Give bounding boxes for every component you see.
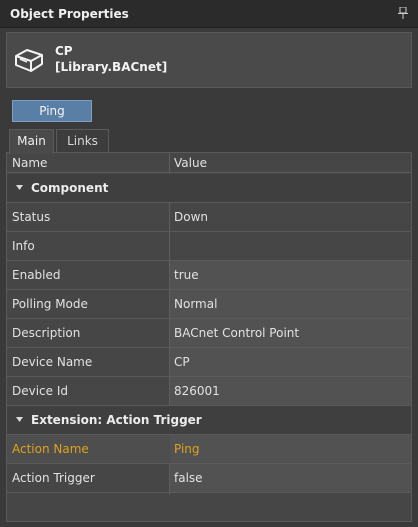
category-label: Extension: Action Trigger: [31, 413, 202, 427]
property-row-info[interactable]: Info: [7, 232, 411, 261]
property-name: Device Id: [12, 384, 69, 398]
property-value-editable[interactable]: BACnet Control Point: [174, 319, 404, 347]
property-row-enabled[interactable]: Enabled true: [7, 261, 411, 290]
property-row-action-name[interactable]: Action Name Ping: [7, 435, 411, 464]
property-value-editable[interactable]: true: [174, 261, 404, 289]
property-value: [174, 232, 404, 260]
cube-icon: [15, 49, 43, 72]
pin-icon[interactable]: [398, 7, 408, 19]
property-row-device-id[interactable]: Device Id 826001: [7, 377, 411, 406]
property-value-editable[interactable]: Ping: [174, 435, 404, 463]
column-header-value[interactable]: Value: [174, 153, 404, 173]
property-name: Description: [12, 326, 81, 340]
property-row-polling-mode[interactable]: Polling Mode Normal: [7, 290, 411, 319]
property-value-editable[interactable]: 826001: [174, 377, 404, 405]
property-name: Device Name: [12, 355, 93, 369]
property-row-action-trigger[interactable]: Action Trigger false: [7, 464, 411, 493]
property-row-description[interactable]: Description BACnet Control Point: [7, 319, 411, 348]
property-row-device-name[interactable]: Device Name CP: [7, 348, 411, 377]
property-name: Status: [12, 210, 51, 224]
property-name: Polling Mode: [12, 297, 88, 311]
object-name: CP: [55, 44, 73, 58]
property-grid: Name Value Component Status Down Info En…: [6, 152, 412, 522]
category-extension-action-trigger[interactable]: Extension: Action Trigger: [7, 406, 411, 435]
category-label: Component: [31, 181, 109, 195]
grid-empty-area: [7, 495, 411, 521]
panel-titlebar: Object Properties: [0, 0, 418, 28]
object-header: CP [Library.BACnet]: [6, 32, 412, 88]
property-value: Down: [174, 210, 209, 224]
chevron-down-icon[interactable]: [16, 417, 23, 423]
property-name: Info: [12, 239, 35, 253]
property-row-status[interactable]: Status Down: [7, 203, 411, 232]
tab-links[interactable]: Links: [56, 129, 109, 153]
property-value-editable[interactable]: Normal: [174, 290, 404, 318]
category-component[interactable]: Component: [7, 174, 411, 203]
tab-main[interactable]: Main: [9, 129, 54, 154]
property-name: Action Name: [12, 442, 89, 456]
grid-header: Name Value: [7, 153, 411, 173]
tab-bar: Main Links: [9, 129, 409, 154]
object-library: [Library.BACnet]: [55, 60, 168, 74]
column-header-name[interactable]: Name: [12, 153, 162, 173]
property-name: Enabled: [12, 268, 61, 282]
chevron-down-icon[interactable]: [16, 185, 23, 191]
property-value-editable[interactable]: false: [174, 464, 404, 492]
panel-title: Object Properties: [10, 7, 129, 21]
property-name: Action Trigger: [12, 471, 95, 485]
property-value-editable[interactable]: CP: [174, 348, 404, 376]
ping-button[interactable]: Ping: [12, 100, 92, 122]
